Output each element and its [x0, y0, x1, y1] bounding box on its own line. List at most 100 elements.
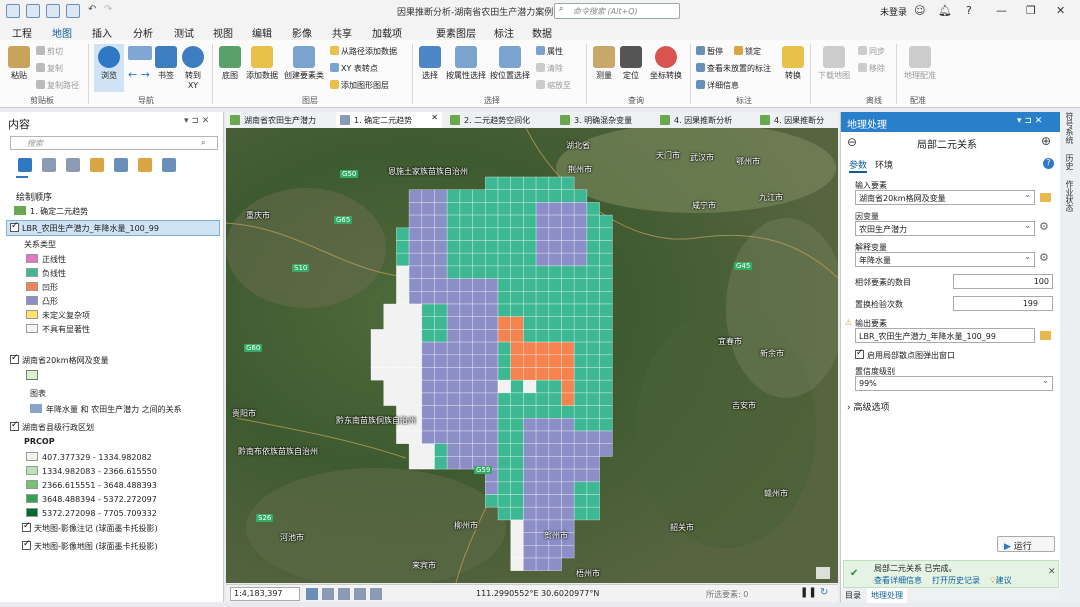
refresh-icon[interactable]: ↻ [820, 587, 828, 598]
tab-test[interactable]: 测试 [174, 25, 194, 40]
basemap-annotation-layer[interactable]: 天地图-影像注记 (球面墨卡托投影) [22, 521, 158, 534]
tab-analysis[interactable]: 分析 [133, 25, 153, 40]
scale-selector[interactable]: 1:4,183,397 [230, 587, 300, 601]
save-icon[interactable] [66, 4, 80, 18]
tab-job-status[interactable]: 作业状态 [1064, 180, 1075, 212]
tab-history[interactable]: 历史 [1064, 154, 1075, 170]
confidence-field[interactable]: 99% [855, 376, 1053, 391]
advanced-options[interactable]: › 高级选项 [847, 400, 889, 413]
tab-addins[interactable]: 加载项 [372, 25, 402, 40]
bell-icon[interactable]: 🔔︎ [938, 4, 952, 17]
folder-icon[interactable] [1040, 331, 1051, 340]
open-folder-icon[interactable] [46, 4, 60, 18]
bookmark-icon[interactable] [322, 588, 334, 600]
snap-icon[interactable] [354, 588, 366, 600]
tab-parameters[interactable]: 参数 [849, 158, 868, 173]
copy-button[interactable]: 复制 [36, 63, 63, 74]
drawing-order-icon[interactable] [18, 158, 32, 172]
bookmarks-button[interactable]: 书签 [154, 46, 178, 81]
output-features-field[interactable]: LBR_农田生产潜力_年降水量_100_99 [855, 328, 1035, 343]
pencil-icon[interactable] [90, 158, 104, 172]
paste-button[interactable]: 粘贴 [6, 46, 32, 81]
popup-option[interactable]: 启用局部散点图弹出窗口 [855, 348, 955, 361]
help-icon[interactable]: ? [966, 4, 972, 17]
pause-labels-button[interactable]: 暂停 [696, 46, 723, 57]
tab-labeling[interactable]: 标注 [494, 25, 514, 40]
selection-icon[interactable] [66, 158, 80, 172]
popup-checkbox[interactable] [855, 348, 864, 359]
download-map-button[interactable]: 下载地图 [816, 46, 852, 81]
explanatory-variable-field[interactable]: 年降水量 [855, 252, 1035, 267]
map-tab[interactable]: 4. 因果推断分 [756, 112, 838, 128]
basemap-imagery-checkbox[interactable] [22, 539, 31, 550]
close-message-icon[interactable]: ✕ [1048, 567, 1056, 577]
project-icon[interactable] [6, 4, 20, 18]
tab-imagery[interactable]: 影像 [292, 25, 312, 40]
labeling-icon[interactable] [138, 158, 152, 172]
lock-labels-button[interactable]: 锁定 [734, 46, 761, 57]
map-tab-active[interactable]: 1. 确定二元趋势 ✕ [336, 112, 442, 128]
map-tab[interactable]: 3. 明确混杂变量 [556, 112, 656, 128]
previous-extent-icon[interactable]: ← → [128, 68, 150, 81]
minimize-button[interactable]: — [996, 4, 1007, 17]
back-arrow-icon[interactable]: ⊖ [847, 135, 857, 149]
georeference-button[interactable]: 地理配准 [900, 46, 940, 81]
tab-share[interactable]: 共享 [332, 25, 352, 40]
layer-grid[interactable]: 湖南省20km格网及变量 [10, 353, 109, 366]
tab-project[interactable]: 工程 [12, 25, 32, 40]
clear-selection-button[interactable]: 清除 [536, 63, 563, 74]
map-tab[interactable]: 2. 二元趋势空间化 [446, 112, 552, 128]
input-features-field[interactable]: 湖南省20km格网及变量 [855, 190, 1035, 205]
gear-icon[interactable]: ⚙ [1039, 220, 1049, 233]
tab-catalog[interactable]: 目录 [845, 590, 861, 601]
permutations-field[interactable]: 199 [953, 296, 1053, 311]
basemap-imagery-layer[interactable]: 天地图-影像地图 (球面墨卡托投影) [22, 539, 158, 552]
view-details-link[interactable]: 查看详细信息 [874, 575, 922, 586]
add-from-path-button[interactable]: 从路径添加数据 [330, 46, 397, 57]
layer-lbr-checkbox[interactable] [10, 221, 19, 232]
convert-labels-button[interactable]: 转换 [782, 46, 804, 81]
map-tab[interactable]: 湖南省农田生产潜力 [226, 112, 334, 128]
explore-button[interactable]: 浏览 [94, 44, 124, 92]
source-icon[interactable] [42, 158, 56, 172]
copy-path-button[interactable]: 复制路径 [36, 80, 79, 91]
more-details-button[interactable]: 详细信息 [696, 80, 739, 91]
charts-icon[interactable] [162, 158, 176, 172]
tab-insert[interactable]: 插入 [92, 25, 112, 40]
coordinate-conversion-button[interactable]: 坐标转换 [646, 46, 686, 81]
close-button[interactable]: ✕ [1056, 4, 1065, 17]
xy-to-point-button[interactable]: XY 表转点 [330, 63, 378, 74]
user-icon[interactable]: ☺ [914, 4, 925, 17]
help-icon[interactable]: ? [1043, 158, 1054, 169]
select-by-attributes-button[interactable]: 按属性选择 [446, 46, 486, 81]
suggest-link[interactable]: 💡︎建议 [990, 575, 1012, 586]
chart-item[interactable]: 年降水量 和 农田生产潜力 之间的关系 [30, 404, 182, 415]
snapping-icon[interactable] [114, 158, 128, 172]
map-view[interactable]: 荆州市 天门市 武汉市 鄂州市 湖北省 恩施土家族苗族自治州 重庆市 咸宁市 九江市 宜春市 新余市… [226, 128, 838, 583]
tab-view[interactable]: 视图 [213, 25, 233, 40]
pane-menu-icon[interactable]: ▾ ⊐ ✕ [1017, 116, 1042, 126]
redo-icon[interactable]: ↷ [104, 4, 112, 15]
add-graphics-layer-button[interactable]: 添加图形图层 [330, 80, 389, 91]
remove-offline-button[interactable]: 移除 [858, 63, 885, 74]
tab-feature-layer[interactable]: 要素图层 [436, 25, 476, 40]
grid-icon[interactable] [306, 588, 318, 600]
new-project-icon[interactable] [26, 4, 40, 18]
measure-button[interactable]: 测量 [592, 46, 616, 81]
sync-button[interactable]: 同步 [858, 46, 885, 57]
map-tab[interactable]: 4. 因果推断分析 [656, 112, 756, 128]
gear-icon[interactable]: ⚙ [1039, 251, 1049, 264]
basemap-annotation-checkbox[interactable] [22, 521, 31, 532]
layer-lbr[interactable]: LBR_农田生产潜力_年降水量_100_99 [10, 221, 159, 234]
create-feature-class-button[interactable]: 创建要素类 [284, 46, 324, 81]
layout-icon[interactable] [338, 588, 350, 600]
tab-geoprocessing[interactable]: 地理处理 [867, 588, 907, 603]
attributes-button[interactable]: 属性 [536, 46, 563, 57]
full-extent-icon[interactable] [128, 46, 152, 60]
layer-grid-checkbox[interactable] [10, 353, 19, 364]
user-status[interactable]: 未登录 [880, 5, 907, 18]
folder-icon[interactable] [1040, 193, 1051, 202]
add-icon[interactable]: ⊕ [1041, 134, 1051, 148]
tab-symbology[interactable]: 符号系统 [1064, 112, 1075, 144]
goto-xy-button[interactable]: 转到 XY [182, 46, 204, 90]
